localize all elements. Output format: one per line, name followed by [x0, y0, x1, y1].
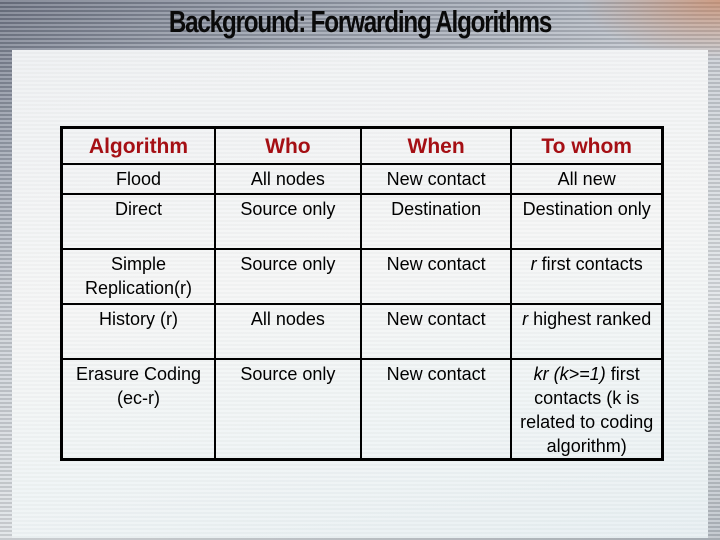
table-row: Simple Replication(r) Source only New co… [60, 248, 664, 305]
cell-to-whom: kr (k>=1) first contacts (k is related t… [510, 358, 664, 461]
cell-to-whom: r highest ranked [510, 303, 664, 360]
cell-when: New contact [359, 303, 513, 360]
cell-when: New contact [359, 358, 513, 461]
cell-who: Source only [213, 358, 362, 461]
table-row: History (r) All nodes New contact r high… [60, 303, 664, 360]
column-header-algorithm: Algorithm [60, 126, 216, 165]
table-row: Erasure Coding (ec-r) Source only New co… [60, 358, 664, 461]
cell-algorithm: Direct [60, 193, 216, 250]
column-header-who: Who [213, 126, 362, 165]
cell-who: All nodes [213, 303, 362, 360]
cell-algorithm: Simple Replication(r) [60, 248, 216, 305]
forwarding-algorithms-table: Algorithm Who When To whom Flood All nod… [60, 126, 664, 461]
slide-title: Background: Forwarding Algorithms [168, 4, 552, 39]
cell-who: Source only [213, 193, 362, 250]
italic-variable: kr (k>=1) [533, 364, 606, 384]
cell-to-whom: r first contacts [510, 248, 664, 305]
cell-when: New contact [359, 163, 513, 195]
cell-text: highest ranked [528, 309, 652, 329]
cell-text: first contacts [536, 254, 643, 274]
cell-algorithm: Flood [60, 163, 216, 195]
cell-to-whom: Destination only [510, 193, 664, 250]
cell-to-whom: All new [510, 163, 664, 195]
column-header-to-whom: To whom [510, 126, 664, 165]
table-header-row: Algorithm Who When To whom [60, 126, 664, 165]
cell-algorithm: History (r) [60, 303, 216, 360]
table-row: Flood All nodes New contact All new [60, 163, 664, 195]
cell-who: Source only [213, 248, 362, 305]
column-header-when: When [359, 126, 513, 165]
table-row: Direct Source only Destination Destinati… [60, 193, 664, 250]
cell-when: New contact [359, 248, 513, 305]
cell-when: Destination [359, 193, 513, 250]
cell-algorithm: Erasure Coding (ec-r) [60, 358, 216, 461]
cell-who: All nodes [213, 163, 362, 195]
